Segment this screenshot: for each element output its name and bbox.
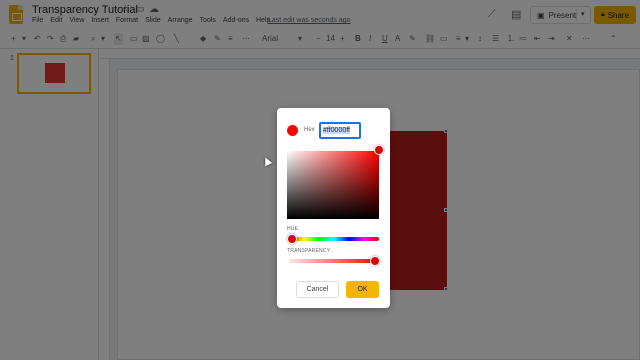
hex-label: Hex <box>304 127 315 133</box>
hue-label: HUE <box>287 226 299 232</box>
transparency-slider[interactable] <box>289 259 379 263</box>
saturation-value-picker[interactable] <box>287 151 379 219</box>
hex-input[interactable]: #ff0000ff <box>319 122 361 139</box>
custom-color-dialog: Hex #ff0000ff HUE TRANSPARENCY Cancel OK <box>277 108 390 308</box>
cancel-button[interactable]: Cancel <box>296 281 339 298</box>
hue-slider-handle[interactable] <box>287 234 297 244</box>
transparency-label: TRANSPARENCY <box>287 248 331 254</box>
saturation-value-handle[interactable] <box>374 145 384 155</box>
hue-slider[interactable] <box>289 237 379 241</box>
hex-value: #ff0000ff <box>323 127 350 134</box>
transparency-slider-handle[interactable] <box>370 256 380 266</box>
color-preview-swatch <box>287 125 298 136</box>
ok-button[interactable]: OK <box>346 281 379 298</box>
